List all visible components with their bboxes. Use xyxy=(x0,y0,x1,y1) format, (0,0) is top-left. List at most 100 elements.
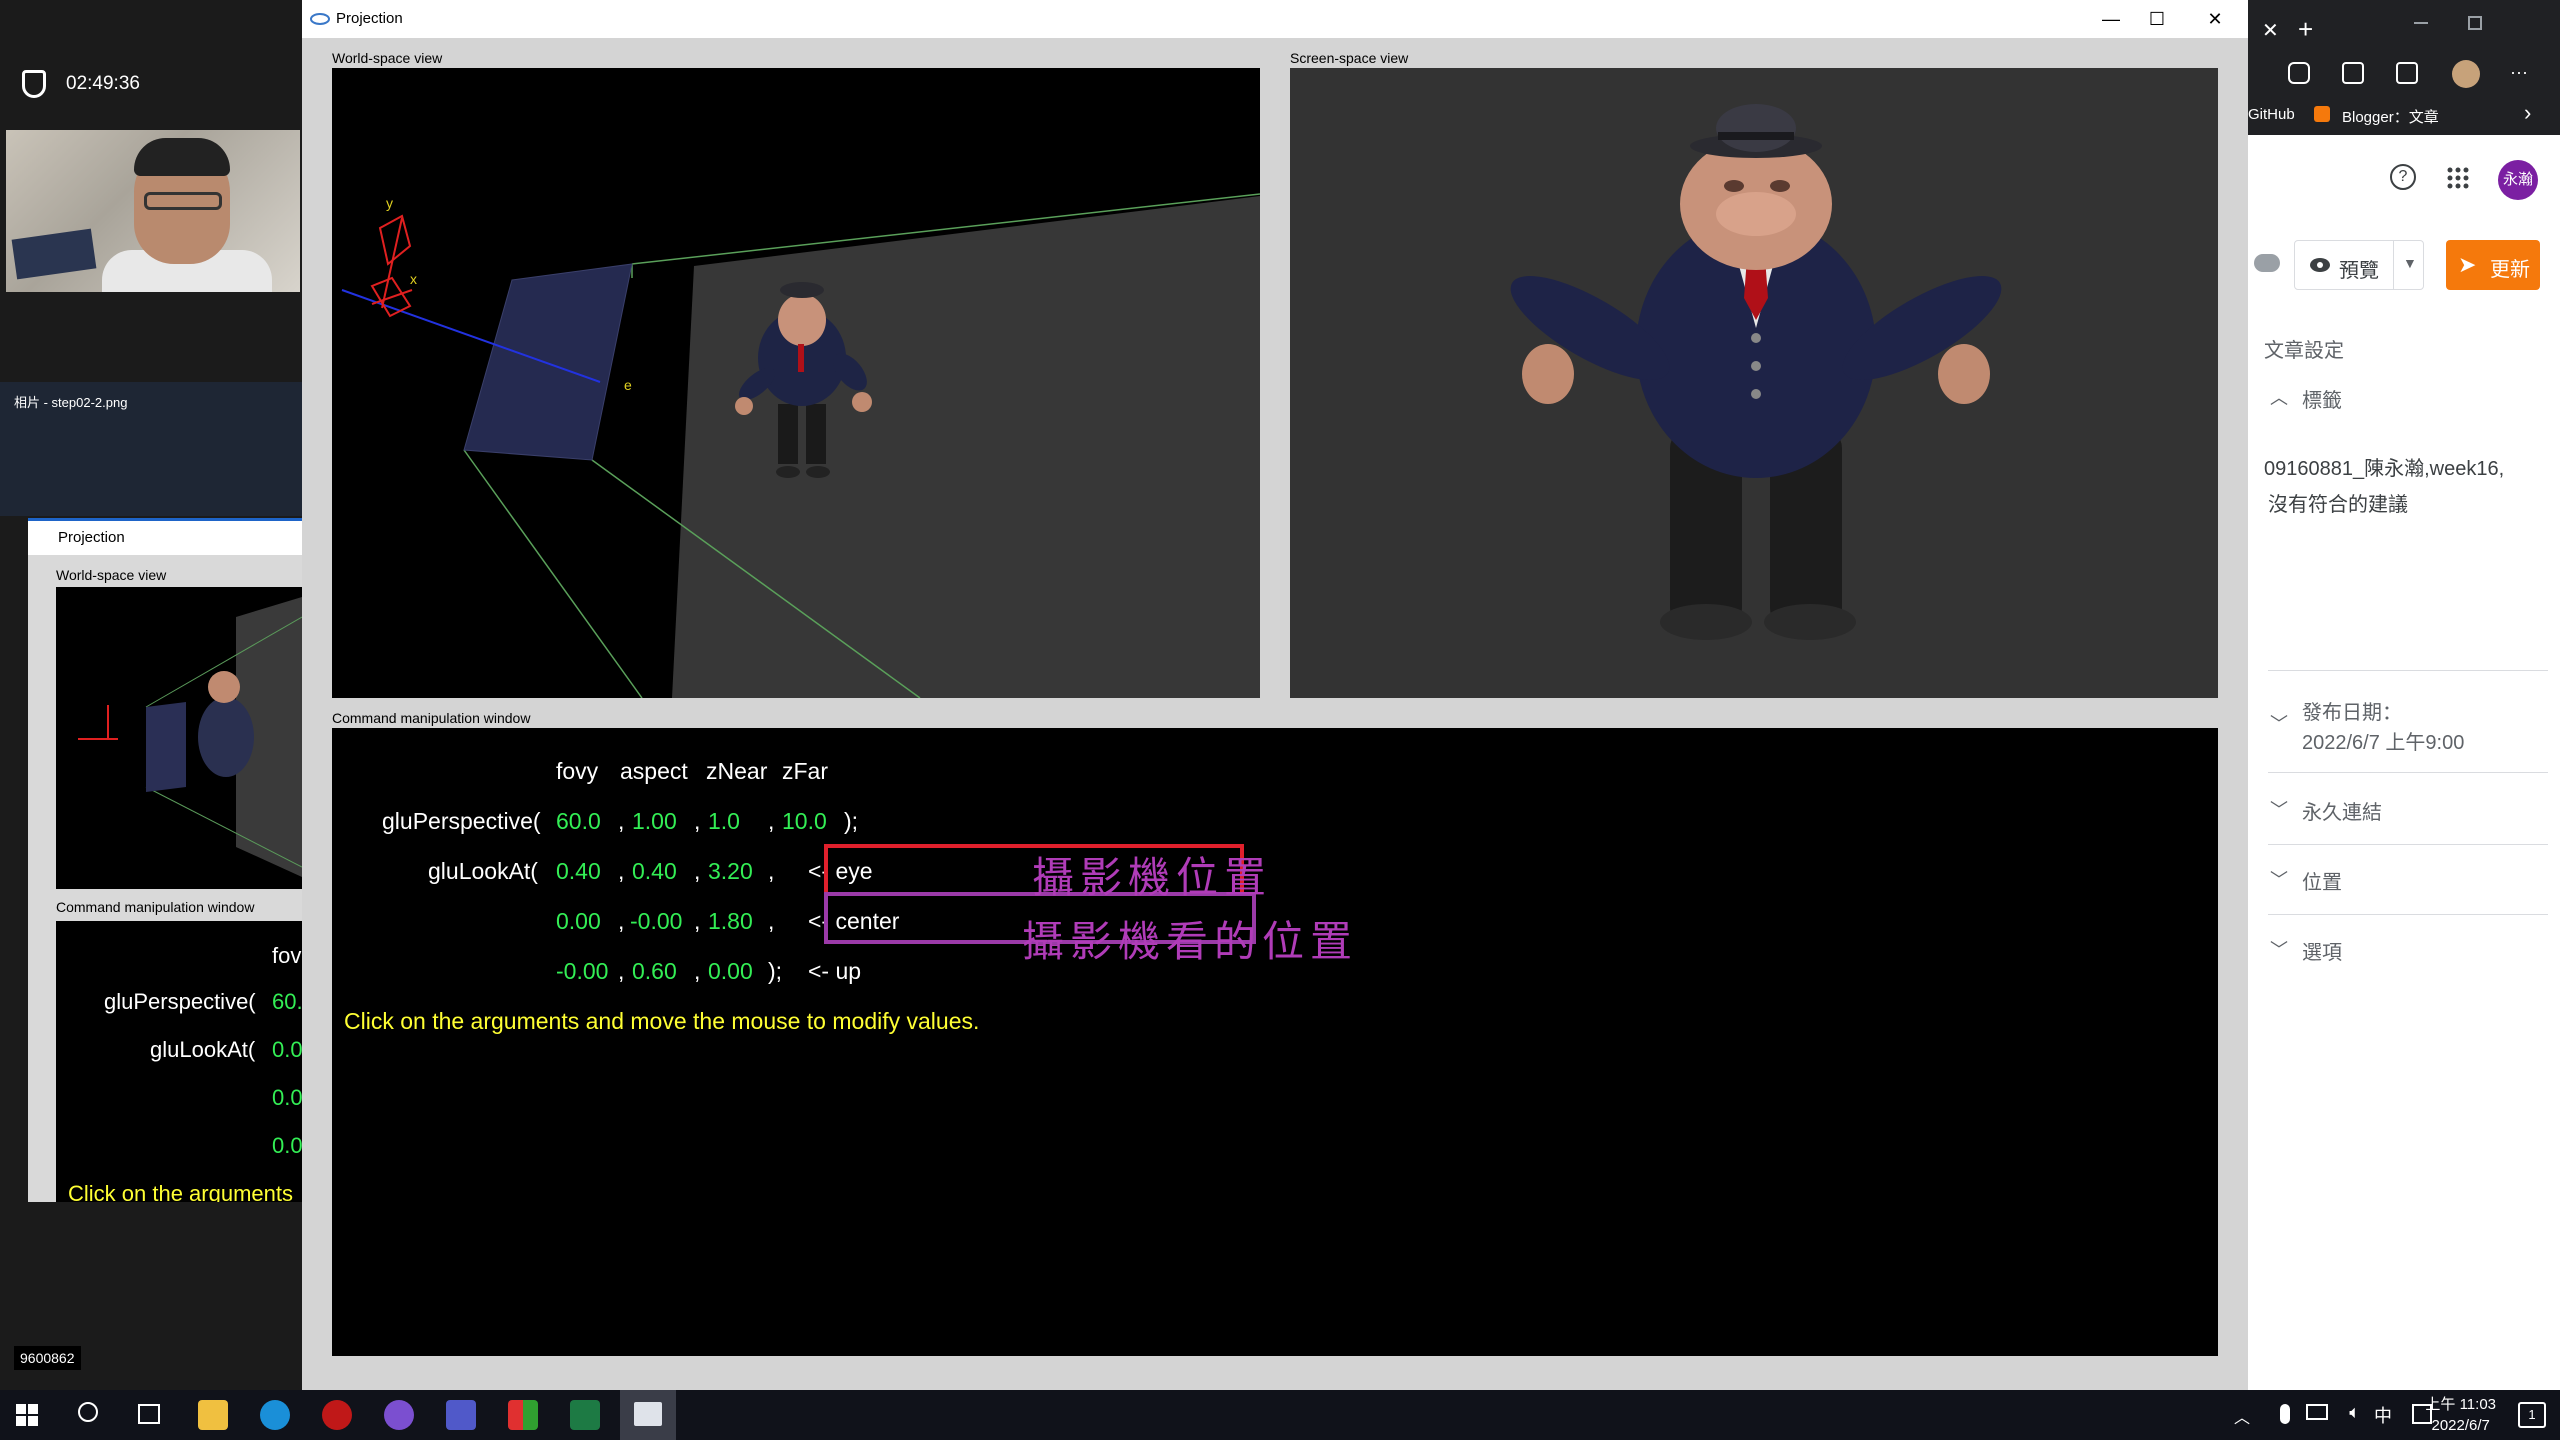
mini-world-scene xyxy=(78,597,302,877)
office-app-icon[interactable] xyxy=(508,1400,538,1430)
chrome-profile-icon[interactable] xyxy=(384,1400,414,1430)
task-view-icon[interactable] xyxy=(138,1404,160,1424)
world-space-scene: y x e xyxy=(341,193,1260,698)
perspective-znear-value[interactable]: 1.0 xyxy=(708,808,740,835)
up-z-value[interactable]: 0.00 xyxy=(708,958,753,985)
center-x-value[interactable]: 0.00 xyxy=(556,908,601,935)
maximize-button[interactable]: ☐ xyxy=(2140,6,2174,32)
world-space-view[interactable]: y x e xyxy=(332,68,1260,698)
send-icon: ➤ xyxy=(2458,252,2477,277)
mini-row: 60. xyxy=(272,989,302,1014)
header-znear: zNear xyxy=(706,758,768,784)
update-label: 更新 xyxy=(2490,259,2530,281)
options-section[interactable]: 選項 xyxy=(2302,936,2342,965)
blogger-panel: ✕ + ··· GitHub Blogger：文章 › ? 永瀚 預覽 ▼ ➤ … xyxy=(2248,0,2560,1390)
up-x-value[interactable]: -0.00 xyxy=(556,958,608,985)
up-end: ); xyxy=(768,958,783,984)
apps-grid-icon[interactable] xyxy=(2446,166,2470,190)
collections-icon[interactable] xyxy=(2342,62,2364,84)
screenshot-icon[interactable] xyxy=(2396,62,2418,84)
volume-icon[interactable]: 🔈︎ xyxy=(2349,1402,2360,1423)
close-button[interactable]: ✕ xyxy=(2198,6,2232,32)
minimize-icon[interactable] xyxy=(2414,22,2428,24)
command-window[interactable]: fovy aspect zNear zFar gluPerspective( 6… xyxy=(332,728,2218,1356)
minimize-button[interactable]: — xyxy=(2094,6,2128,32)
eye-y-value[interactable]: 0.40 xyxy=(632,858,677,885)
near-plane xyxy=(463,263,633,461)
network-icon[interactable] xyxy=(2306,1404,2328,1420)
projection-app-icon xyxy=(634,1402,662,1426)
mini-row: gluLookAt( xyxy=(150,1037,256,1062)
file-explorer-icon[interactable] xyxy=(198,1400,228,1430)
separator: , xyxy=(618,858,625,884)
lookat-fn: gluLookAt( xyxy=(428,858,538,884)
user-avatar[interactable]: 永瀚 xyxy=(2498,160,2538,200)
photo-filename: 相片 - step02-2.png xyxy=(14,395,128,410)
divider xyxy=(2268,844,2548,845)
clock-time: 上午 11:03 xyxy=(2425,1396,2496,1413)
screen-space-view[interactable] xyxy=(1290,68,2218,698)
new-tab-button[interactable]: + xyxy=(2298,14,2313,45)
webcam-person-glasses xyxy=(144,192,222,210)
chevron-down-icon[interactable]: ﹀ xyxy=(2270,796,2288,822)
windows-start-icon[interactable] xyxy=(16,1404,38,1426)
labels-suggestion: 沒有符合的建議 xyxy=(2268,494,2408,516)
notification-center-icon[interactable]: 1 xyxy=(2518,1402,2546,1428)
search-icon[interactable] xyxy=(78,1402,98,1422)
profile-avatar-icon[interactable] xyxy=(2452,60,2480,88)
permalink-section[interactable]: 永久連結 xyxy=(2302,796,2382,825)
eye-z-value[interactable]: 3.20 xyxy=(708,858,753,885)
separator: , xyxy=(618,908,625,934)
extensions-icon[interactable] xyxy=(2288,62,2310,84)
perspective-aspect-value[interactable]: 1.00 xyxy=(632,808,677,835)
tray-overflow-icon[interactable]: ︿ xyxy=(2234,1404,2250,1428)
teams-icon[interactable] xyxy=(446,1400,476,1430)
help-icon[interactable]: ? xyxy=(2390,164,2416,190)
perspective-fn: gluPerspective( xyxy=(382,808,541,834)
chevron-down-icon[interactable]: ﹀ xyxy=(2270,866,2288,892)
preview-button[interactable]: 預覽 ▼ xyxy=(2294,240,2424,290)
preview-dropdown-icon[interactable]: ▼ xyxy=(2403,255,2417,271)
mini-projection-window[interactable]: Projection World-space view Command mani… xyxy=(28,518,302,1202)
perspective-fovy-value[interactable]: 60.0 xyxy=(556,808,601,835)
separator: , xyxy=(618,958,625,984)
projection-taskbar-item[interactable] xyxy=(620,1390,676,1440)
center-y-value[interactable]: -0.00 xyxy=(630,908,682,935)
bookmarks-overflow-icon[interactable]: › xyxy=(2524,100,2531,126)
blogger-icon xyxy=(2314,106,2330,122)
window-titlebar[interactable]: Projection — ☐ ✕ xyxy=(302,0,2248,38)
eye-annotation: 攝影機位置 xyxy=(1032,853,1273,902)
red-app-icon[interactable] xyxy=(322,1400,352,1430)
more-menu-icon[interactable]: ··· xyxy=(2510,62,2528,83)
clock[interactable]: 上午 11:03 2022/6/7 xyxy=(2425,1394,2496,1436)
excel-icon[interactable] xyxy=(570,1400,600,1430)
publish-date-value[interactable]: 2022/6/7 上午9:00 xyxy=(2302,726,2464,755)
eye-marker-label: e xyxy=(624,377,632,393)
center-z-value[interactable]: 1.80 xyxy=(708,908,753,935)
frustum-edge-left xyxy=(463,449,643,698)
microphone-icon[interactable] xyxy=(2280,1404,2290,1424)
chevron-up-icon[interactable]: ︿ xyxy=(2270,384,2288,410)
bookmark-github[interactable]: GitHub xyxy=(2248,106,2295,123)
up-y-value[interactable]: 0.60 xyxy=(632,958,677,985)
labels-input[interactable]: 09160881_陳永瀚,week16, xyxy=(2264,452,2504,481)
mini-world-label: World-space view xyxy=(56,567,167,583)
update-button[interactable]: ➤ 更新 xyxy=(2446,240,2540,290)
tab-close-icon[interactable]: ✕ xyxy=(2262,18,2279,43)
maximize-icon[interactable] xyxy=(2468,16,2482,30)
hint-text: Click on the arguments and move the mous… xyxy=(344,1008,980,1034)
mini-window-title: Projection xyxy=(28,521,302,555)
ime-indicator[interactable]: 中 xyxy=(2374,1402,2392,1428)
call-timer: 02:49:36 xyxy=(66,73,140,94)
chevron-down-icon[interactable]: ﹀ xyxy=(2270,710,2288,736)
perspective-zfar-value[interactable]: 10.0 xyxy=(782,808,827,835)
axis-x-label: x xyxy=(410,271,417,287)
labels-heading[interactable]: 標籤 xyxy=(2302,384,2342,413)
location-section[interactable]: 位置 xyxy=(2302,866,2342,895)
publish-date-label[interactable]: 發布日期： xyxy=(2302,696,2402,725)
edge-browser-icon[interactable] xyxy=(260,1400,290,1430)
eye-x-value[interactable]: 0.40 xyxy=(556,858,601,885)
chevron-down-icon[interactable]: ﹀ xyxy=(2270,936,2288,962)
bookmark-blogger[interactable]: Blogger：文章 xyxy=(2342,106,2439,127)
mini-command-window: fov gluPerspective( 60. gluLookAt( 0.0 0… xyxy=(56,921,302,1202)
